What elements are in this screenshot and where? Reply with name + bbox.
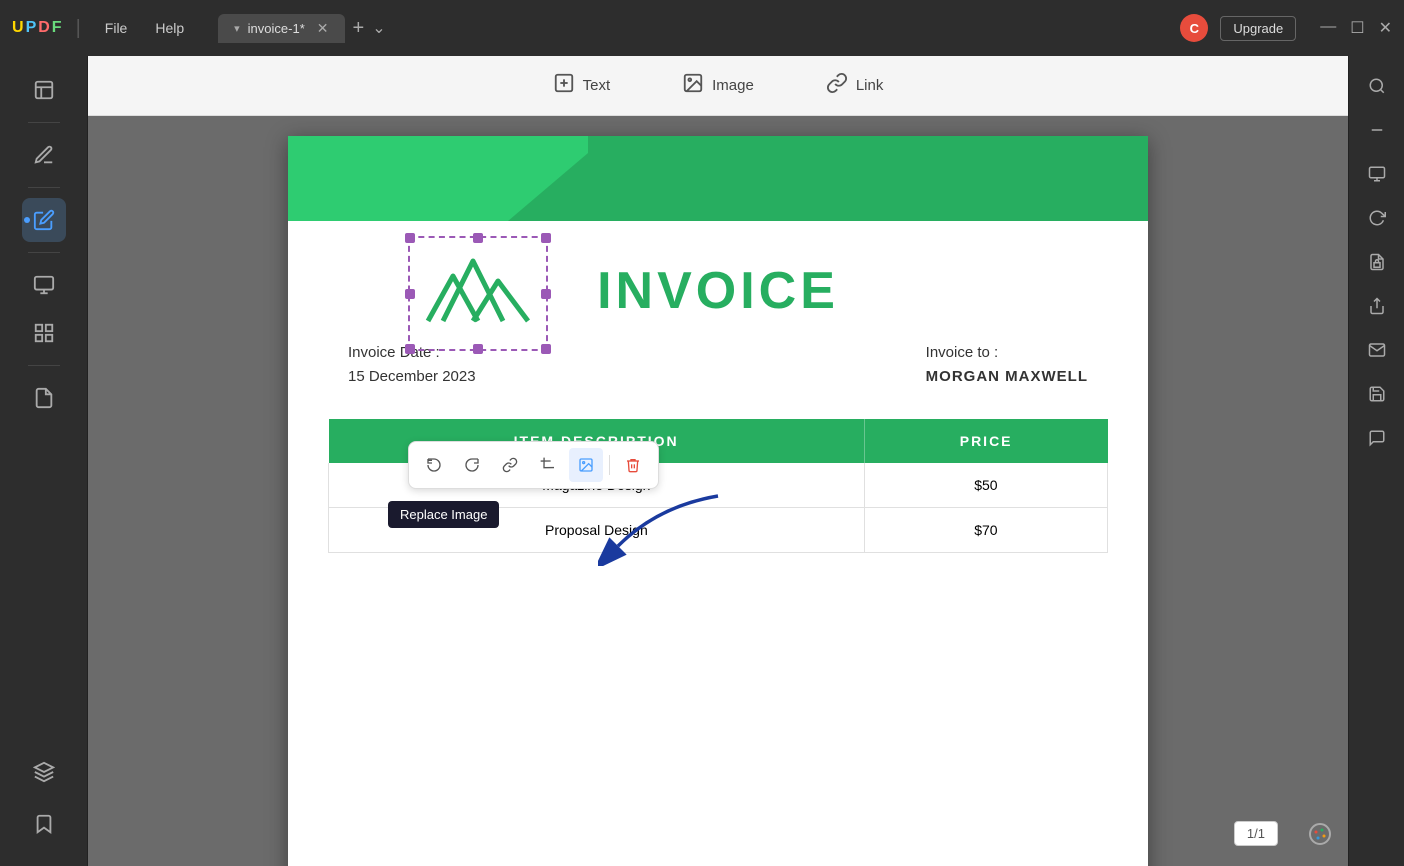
text-icon [553,72,575,99]
header-triangle-right [588,136,1148,221]
title-bar-right: C Upgrade — ☐ ✕ [1180,14,1392,42]
tab-area: ▾ invoice-1* ✕ + ⌄ [218,14,1172,43]
sidebar-item-reader[interactable] [22,68,66,112]
main-layout: Text Image [0,56,1404,866]
share-icon[interactable] [1359,288,1395,324]
avatar: C [1180,14,1208,42]
menu-file[interactable]: File [95,16,138,40]
invoice-date-value: 15 December 2023 [348,365,476,389]
palette-icon[interactable] [1308,822,1332,852]
sidebar-item-bookmark[interactable] [22,802,66,846]
toolbar-separator [609,455,610,475]
search-right-icon[interactable] [1359,68,1395,104]
sidebar-item-layout[interactable] [22,311,66,355]
pdf-document: Replace Image INVOICE [288,136,1148,866]
title-bar: UPDF | File Help ▾ invoice-1* ✕ + ⌄ C Up… [0,0,1404,56]
image-icon [682,72,704,99]
page-number: 1/1 [1234,821,1278,846]
sidebar-item-layers[interactable] [22,750,66,794]
minimize-button[interactable]: — [1320,18,1336,38]
handle-top-right[interactable] [541,233,551,243]
menu-help[interactable]: Help [145,16,194,40]
text-tool-button[interactable]: Text [541,66,623,105]
sidebar-divider-3 [28,252,60,253]
content-area: Replace Image INVOICE [88,116,1348,866]
replace-image-button[interactable] [569,448,603,482]
crop-button[interactable] [531,448,565,482]
tab-more-icon[interactable]: ⌄ [372,18,385,38]
handle-bottom-right[interactable] [541,344,551,354]
tab-close-icon[interactable]: ✕ [317,20,329,37]
rotate-right-button[interactable] [455,448,489,482]
link-icon [826,72,848,99]
upgrade-button[interactable]: Upgrade [1220,16,1296,41]
row1-price: $50 [864,463,1107,508]
app-logo: UPDF [12,19,62,37]
image-toolbar [408,441,659,489]
link-tool-button[interactable]: Link [814,66,896,105]
invoice-to-section: Invoice to : MORGAN MAXWELL [926,341,1088,389]
invoice-header [288,136,1148,221]
ocr-right-icon[interactable] [1359,156,1395,192]
sidebar-divider-4 [28,365,60,366]
handle-top-left[interactable] [405,233,415,243]
sidebar-divider-1 [28,122,60,123]
row2-price: $70 [864,508,1107,553]
logo-selection-box [408,236,548,351]
sidebar-item-pages[interactable] [22,376,66,420]
mountain-logo [418,246,538,341]
handle-top-middle[interactable] [473,233,483,243]
delete-image-button[interactable] [616,448,650,482]
left-sidebar [0,56,88,866]
invoice-to-value: MORGAN MAXWELL [926,365,1088,389]
save-icon[interactable] [1359,376,1395,412]
top-toolbar: Text Image [88,56,1348,116]
handle-middle-right[interactable] [541,289,551,299]
sidebar-item-annotate[interactable] [22,133,66,177]
rotate-left-button[interactable] [417,448,451,482]
replace-image-tooltip: Replace Image [388,501,499,528]
tab-title: invoice-1* [248,21,305,36]
handle-bottom-left[interactable] [405,344,415,354]
active-indicator [24,217,30,223]
right-sidebar [1348,56,1404,866]
close-button[interactable]: ✕ [1379,18,1392,38]
mail-icon[interactable] [1359,332,1395,368]
sidebar-bottom [22,750,66,854]
col-price-header: PRICE [864,419,1107,463]
title-bar-divider: | [76,17,81,40]
link-tool-label: Link [856,77,884,94]
file-protect-icon[interactable] [1359,244,1395,280]
window-controls: — ☐ ✕ [1320,18,1392,38]
image-tool-label: Image [712,77,754,94]
logo-container[interactable] [408,236,548,351]
handle-bottom-middle[interactable] [473,344,483,354]
image-tool-button[interactable]: Image [670,66,766,105]
text-tool-label: Text [583,77,611,94]
link-image-button[interactable] [493,448,527,482]
handle-middle-left[interactable] [405,289,415,299]
center-panel: Text Image [88,56,1348,866]
tab-add-icon[interactable]: + [353,17,365,40]
active-tab[interactable]: ▾ invoice-1* ✕ [218,14,344,43]
sidebar-divider-2 [28,187,60,188]
invoice-to-label: Invoice to : [926,341,1088,365]
sidebar-item-organize[interactable] [22,263,66,307]
maximize-button[interactable]: ☐ [1350,18,1364,38]
rotate-right-icon[interactable] [1359,200,1395,236]
tab-dropdown-icon[interactable]: ▾ [234,22,240,35]
sidebar-item-edit[interactable] [22,198,66,242]
comment-icon[interactable] [1359,420,1395,456]
minimize-right-icon[interactable] [1359,112,1395,148]
